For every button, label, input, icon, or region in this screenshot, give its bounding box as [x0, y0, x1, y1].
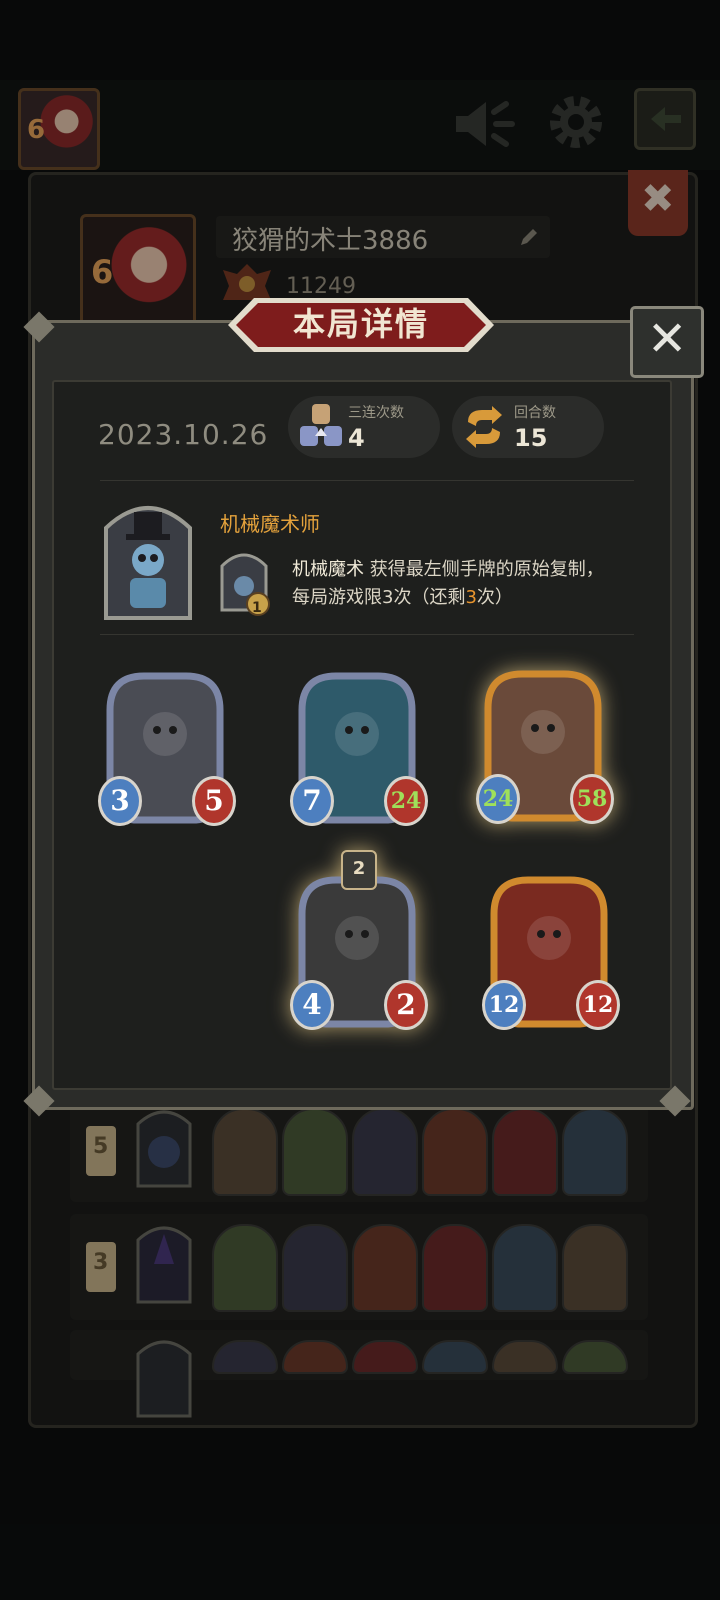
knight-card[interactable]: 422 [290, 850, 428, 1030]
hero-skill-description: 机械魔术 获得最左侧手牌的原始复制， 每局游戏限3次（还剩3次） [292, 559, 604, 608]
hero-skill-icon[interactable] [218, 548, 270, 618]
divider [100, 634, 634, 635]
attack-value: 12 [482, 980, 526, 1030]
dragon-card[interactable]: 35 [98, 670, 236, 826]
triples-label: 三连次数 [348, 405, 404, 421]
triple-cards-icon [300, 404, 342, 446]
attack-value: 24 [476, 774, 520, 824]
demon-lord-card[interactable]: 12 12 [482, 874, 620, 1030]
hero-name: 机械魔术师 [220, 512, 320, 536]
rounds-value: 15 [514, 424, 548, 452]
attack-value: 3 [98, 776, 142, 826]
modal-title: 本局详情 [292, 305, 429, 343]
health-value: 5 [192, 776, 236, 826]
tier-badge: 2 [341, 850, 377, 890]
rounds-cycle-icon [466, 406, 502, 448]
attack-value: 4 [290, 980, 334, 1030]
divider [100, 480, 634, 481]
hero-portrait [104, 506, 192, 620]
skill-level: 1 [252, 600, 262, 616]
triples-value: 4 [348, 424, 365, 452]
rounds-label: 回合数 [514, 405, 556, 421]
health-value: 2 [384, 980, 428, 1030]
brute-card[interactable]: 24 58 [476, 668, 614, 824]
skill-remaining: 3 [465, 587, 477, 608]
health-value: 24 [384, 776, 428, 826]
match-date: 2023.10.26 [98, 418, 269, 451]
health-value: 12 [576, 980, 620, 1030]
modal-close-button[interactable]: ✕ [630, 306, 704, 378]
close-icon: ✕ [647, 311, 688, 367]
skill-name: 机械魔术 [292, 559, 364, 580]
attack-value: 7 [290, 776, 334, 826]
health-value: 58 [570, 774, 614, 824]
demon-card[interactable]: 7 24 [290, 670, 428, 826]
